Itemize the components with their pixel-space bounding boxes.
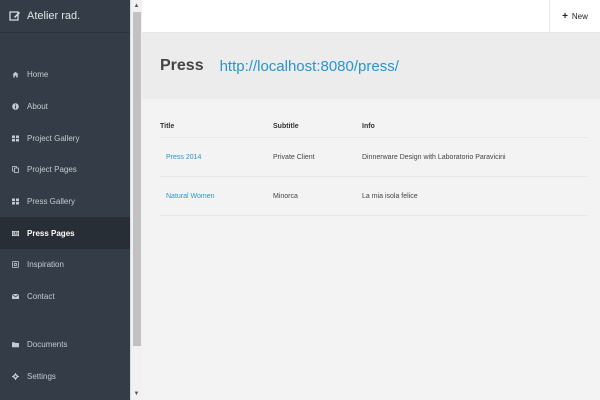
sidebar-item-press-pages[interactable]: Press Pages (0, 217, 130, 250)
sidebar-item-label: Press Pages (27, 228, 75, 238)
sidebar: Atelier rad. Home About Project Gallery … (0, 0, 130, 400)
sidebar-item-inspiration[interactable]: Inspiration (0, 249, 130, 281)
sidebar-item-label: Settings (27, 372, 56, 382)
lightbulb-icon (12, 261, 19, 269)
table-row: Natural Women Minorca La mia isola felic… (160, 177, 588, 216)
row-subtitle: Private Client (273, 153, 315, 161)
sidebar-item-label: Project Pages (27, 165, 77, 175)
sidebar-bottom-nav: Documents Settings (0, 329, 130, 392)
info-icon (12, 103, 19, 110)
column-header-info[interactable]: Info (362, 123, 588, 130)
sidebar-item-label: Documents (27, 340, 68, 350)
sidebar-item-project-gallery[interactable]: Project Gallery (0, 122, 130, 154)
sidebar-item-documents[interactable]: Documents (0, 329, 130, 361)
scrollbar-thumb[interactable] (133, 12, 141, 346)
folder-icon (12, 341, 19, 348)
new-button[interactable]: + New (549, 0, 600, 33)
new-button-label: New (571, 12, 588, 21)
scroll-down-icon[interactable]: ▼ (131, 388, 142, 400)
row-title-link[interactable]: Press 2014 (166, 154, 201, 161)
home-icon (12, 71, 19, 78)
sidebar-scrollbar[interactable]: ▲ ▼ (130, 0, 142, 400)
sidebar-nav: Home About Project Gallery Project Pages… (0, 59, 130, 313)
sidebar-item-label: Home (27, 70, 49, 80)
edit-icon (9, 10, 21, 22)
row-subtitle: Minorca (273, 192, 298, 200)
sidebar-item-label: Contact (27, 292, 55, 302)
sidebar-item-press-gallery[interactable]: Press Gallery (0, 186, 130, 218)
sidebar-item-label: Inspiration (27, 260, 64, 270)
sidebar-item-project-pages[interactable]: Project Pages (0, 154, 130, 186)
page-header: Press http://localhost:8080/press/ (142, 33, 600, 99)
scroll-up-icon[interactable]: ▲ (131, 0, 142, 12)
sidebar-item-label: Project Gallery (27, 133, 80, 143)
row-info: La mia isola felice (362, 192, 418, 200)
column-header-title[interactable]: Title (160, 123, 273, 130)
grid-icon (12, 198, 19, 205)
plus-icon: + (562, 11, 568, 22)
sidebar-item-label: About (27, 102, 48, 112)
table-header-row: Title Subtitle Info (160, 115, 588, 138)
press-table: Title Subtitle Info Press 2014 Private C… (160, 115, 588, 216)
copy-icon (12, 166, 19, 174)
sidebar-item-contact[interactable]: Contact (0, 281, 130, 313)
row-title-link[interactable]: Natural Women (166, 193, 215, 200)
gear-icon (12, 373, 19, 381)
top-bar: + New (142, 0, 600, 33)
sidebar-item-about[interactable]: About (0, 91, 130, 123)
column-header-subtitle[interactable]: Subtitle (273, 123, 362, 130)
page-title: Press (160, 57, 204, 74)
main-content: Title Subtitle Info Press 2014 Private C… (142, 99, 600, 400)
sidebar-item-settings[interactable]: Settings (0, 361, 130, 393)
table-row: Press 2014 Private Client Dinnerware Des… (160, 138, 588, 177)
sidebar-item-home[interactable]: Home (0, 59, 130, 91)
envelope-icon (12, 293, 19, 300)
grid-icon (12, 135, 19, 142)
brand-name: Atelier rad. (27, 10, 81, 22)
sidebar-item-label: Press Gallery (27, 197, 76, 207)
page-url-link[interactable]: http://localhost:8080/press/ (220, 58, 399, 75)
brand[interactable]: Atelier rad. (0, 0, 130, 33)
newspaper-icon (12, 230, 19, 237)
row-info: Dinnerware Design with Laboratorio Parav… (362, 153, 506, 161)
